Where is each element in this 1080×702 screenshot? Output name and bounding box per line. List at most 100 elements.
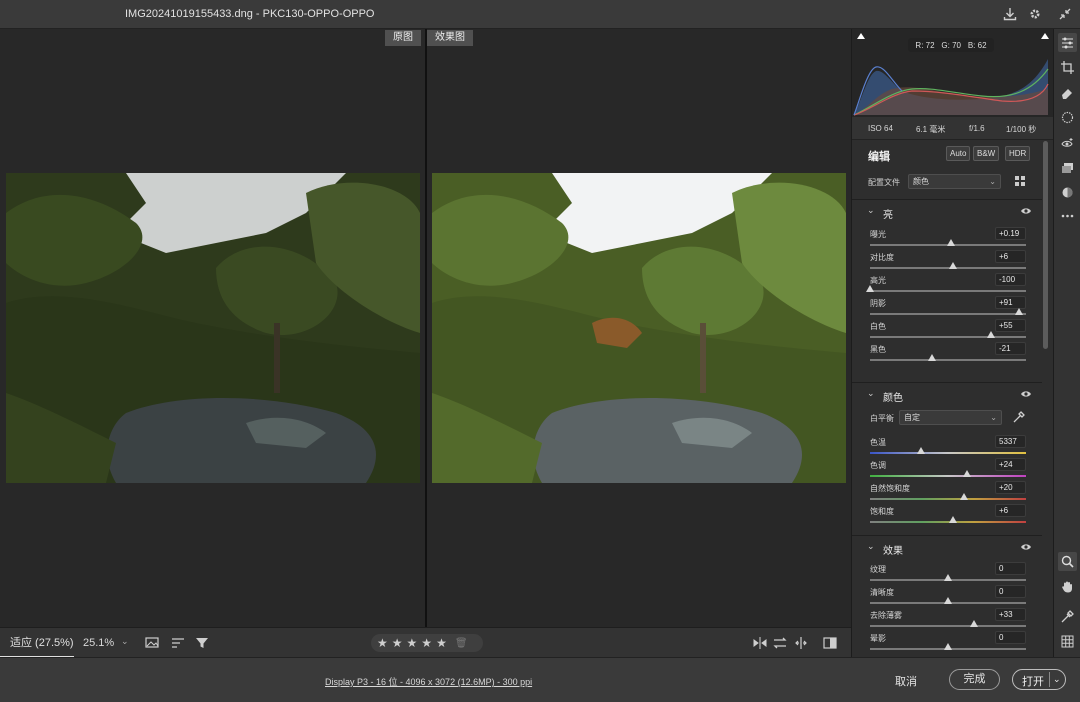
grid-icon[interactable]: [1058, 632, 1077, 651]
slider-value-input[interactable]: 0: [995, 585, 1026, 598]
slider-value-input[interactable]: -100: [995, 273, 1026, 286]
image-canvas[interactable]: 原图 效果图: [0, 29, 851, 627]
eye-icon[interactable]: [1020, 541, 1032, 553]
hdr-button[interactable]: HDR: [1005, 146, 1031, 161]
slider-thumb[interactable]: [948, 516, 957, 523]
section-effects-title: 效果: [883, 546, 903, 557]
slider-track[interactable]: [870, 290, 1026, 292]
slider-track[interactable]: [870, 336, 1026, 338]
panel-scrollbar[interactable]: [1043, 141, 1049, 657]
zoom-dropdown-icon[interactable]: ⌄: [121, 636, 129, 647]
open-button[interactable]: 打开 ⌄: [1012, 669, 1066, 690]
profile-browser-icon[interactable]: [1015, 176, 1026, 190]
slider-track[interactable]: [870, 475, 1026, 477]
image-info-link[interactable]: Display P3 - 16 位 - 4096 x 3072 (12.6MP)…: [325, 675, 532, 688]
star-icon[interactable]: ★: [421, 636, 432, 650]
zoom-percent[interactable]: 25.1%: [83, 637, 114, 649]
open-button-label: 打开: [1022, 676, 1044, 688]
slider-track[interactable]: [870, 359, 1026, 361]
slider-thumb[interactable]: [969, 620, 978, 627]
slider-value-input[interactable]: +6: [995, 504, 1026, 517]
section-light-header[interactable]: ⌄ 亮: [852, 199, 1042, 223]
rating-stars[interactable]: ★ ★ ★ ★ ★ 🗑: [371, 634, 483, 652]
slider-value-input[interactable]: +55: [995, 319, 1026, 332]
download-icon[interactable]: [1002, 6, 1018, 22]
slider-value-input[interactable]: +24: [995, 458, 1026, 471]
slider-thumb[interactable]: [944, 574, 952, 581]
swap-icon[interactable]: [772, 635, 788, 651]
eye-icon[interactable]: [1020, 388, 1032, 400]
exif-info: ISO 64 6.1 毫米 f/1.6 1/100 秒: [852, 117, 1053, 140]
slider-value-input[interactable]: +0.19: [995, 227, 1026, 240]
section-effects-header[interactable]: ⌄ 效果: [852, 535, 1042, 559]
after-label: 效果图: [427, 30, 473, 46]
filter-icon[interactable]: [194, 635, 210, 651]
done-button[interactable]: 完成: [949, 669, 1000, 690]
color-sampler-icon[interactable]: [1058, 607, 1077, 626]
slider-thumb[interactable]: [917, 447, 926, 454]
collapse-icon[interactable]: [1057, 6, 1073, 22]
white-balance-select[interactable]: 自定 ⌄: [899, 410, 1002, 425]
slider-thumb[interactable]: [959, 493, 968, 500]
zoom-fit-button[interactable]: 适应 (27.5%): [0, 628, 74, 658]
copy-settings-icon[interactable]: [793, 635, 809, 651]
slider-thumb[interactable]: [866, 285, 874, 292]
eye-icon[interactable]: [1020, 205, 1032, 217]
bw-button[interactable]: B&W: [973, 146, 1000, 161]
slider-thumb[interactable]: [944, 597, 952, 604]
eraser-icon[interactable]: [1058, 83, 1077, 102]
crop-icon[interactable]: [1058, 58, 1077, 77]
eyedropper-icon[interactable]: [1013, 411, 1025, 426]
presets-icon[interactable]: [1058, 158, 1077, 177]
slider-thumb[interactable]: [986, 331, 995, 338]
slider-value-input[interactable]: 0: [995, 631, 1026, 644]
slider-label: 白色: [870, 322, 886, 331]
white-balance-label: 白平衡: [870, 414, 894, 423]
slider-value-input[interactable]: 5337: [995, 435, 1026, 448]
star-icon[interactable]: ★: [436, 636, 447, 650]
slider-thumb[interactable]: [962, 470, 971, 477]
histogram: R: 72 G: 70 B: 62: [852, 29, 1053, 117]
auto-button[interactable]: Auto: [946, 146, 971, 161]
exif-shutter: 1/100 秒: [1006, 125, 1037, 134]
trash-icon[interactable]: 🗑: [455, 638, 468, 649]
chevron-down-icon[interactable]: ⌄: [1053, 674, 1061, 685]
star-icon[interactable]: ★: [407, 636, 418, 650]
red-eye-icon[interactable]: [1058, 133, 1077, 152]
slider-thumb[interactable]: [947, 239, 956, 246]
slider-track[interactable]: [870, 625, 1026, 627]
more-icon[interactable]: [1058, 206, 1077, 225]
slider-track[interactable]: [870, 452, 1026, 454]
snapshots-icon[interactable]: [1058, 183, 1077, 202]
gear-icon[interactable]: [1027, 6, 1043, 22]
masking-icon[interactable]: [1058, 108, 1077, 127]
star-icon[interactable]: ★: [377, 636, 388, 650]
slider-track[interactable]: [870, 498, 1026, 500]
slider-thumb[interactable]: [1014, 308, 1023, 315]
sort-icon[interactable]: [170, 635, 186, 651]
scrollbar-thumb[interactable]: [1043, 141, 1048, 349]
slider-thumb[interactable]: [927, 354, 936, 361]
slider-value-input[interactable]: 0: [995, 562, 1026, 575]
before-after-view-icon[interactable]: [822, 635, 838, 651]
slider-thumb[interactable]: [944, 643, 952, 650]
rgb-r: R: 72: [915, 40, 935, 50]
image-preview-icon[interactable]: [144, 635, 160, 651]
tool-strip: [1053, 29, 1080, 657]
cancel-button[interactable]: 取消: [895, 673, 917, 689]
slider-track[interactable]: [870, 313, 1026, 315]
slider-value-input[interactable]: +20: [995, 481, 1026, 494]
slider-value-input[interactable]: -21: [995, 342, 1026, 355]
hand-icon[interactable]: [1058, 577, 1077, 596]
slider-thumb[interactable]: [948, 262, 957, 269]
zoom-icon[interactable]: [1058, 552, 1077, 571]
slider-label: 黑色: [870, 345, 886, 354]
flip-horizontal-icon[interactable]: [752, 635, 768, 651]
section-color-header[interactable]: ⌄ 颜色: [852, 382, 1042, 406]
profile-select[interactable]: 颜色 ⌄: [908, 174, 1001, 189]
slider-value-input[interactable]: +6: [995, 250, 1026, 263]
exif-aperture: f/1.6: [969, 124, 985, 133]
slider-value-input[interactable]: +33: [995, 608, 1026, 621]
edit-sliders-icon[interactable]: [1058, 33, 1077, 52]
star-icon[interactable]: ★: [392, 636, 403, 650]
